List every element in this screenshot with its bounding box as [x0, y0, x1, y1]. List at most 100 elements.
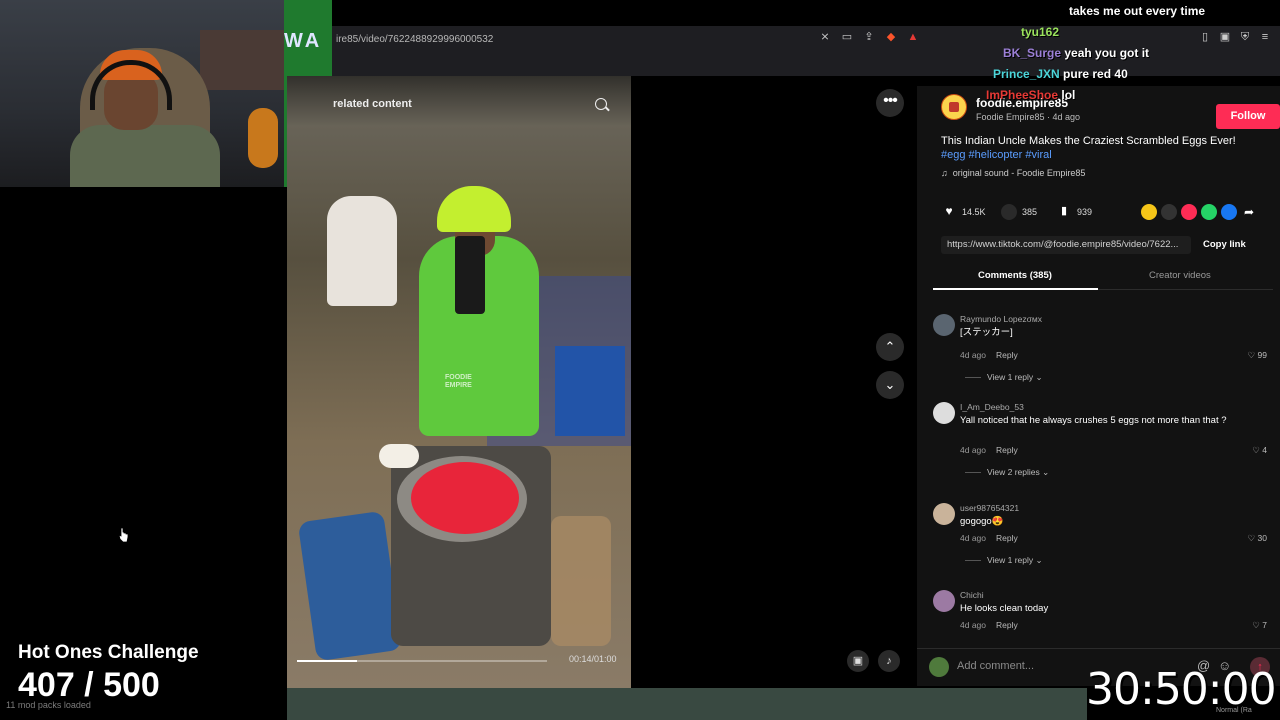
comment-count: 385: [1022, 207, 1038, 217]
chat-message: ImPheeShoe lol: [986, 88, 1075, 102]
chat-text: lol: [1061, 88, 1076, 102]
add-comment-input[interactable]: Add comment...: [957, 660, 1034, 672]
comment-stat[interactable]: 385: [1001, 204, 1037, 220]
share-icon[interactable]: ➦: [1241, 204, 1257, 220]
bottle: [551, 516, 611, 646]
search-icon[interactable]: [595, 98, 607, 110]
comment-username[interactable]: Chichi: [960, 590, 984, 600]
comment-username[interactable]: user987654321: [960, 503, 1019, 513]
hand-cursor-icon: [118, 527, 129, 543]
chat-username: ImPheeShoe: [986, 88, 1059, 102]
heart-icon: ♥: [945, 204, 953, 218]
red-sauce: [411, 462, 519, 534]
comment-reply-button[interactable]: Reply: [996, 533, 1018, 543]
comment-text: Yall noticed that he always crushes 5 eg…: [960, 415, 1227, 426]
comment-icon: [1001, 204, 1017, 220]
comment-likes[interactable]: ♡ 99: [1248, 350, 1267, 361]
comment-tabs: Comments (385) Creator videos: [933, 262, 1273, 290]
bottom-strip: [287, 688, 1087, 720]
share-icons: ➦: [1141, 204, 1257, 220]
comment-username[interactable]: I_Am_Deebo_53: [960, 402, 1024, 412]
view-replies-button[interactable]: View 1 reply ⌄: [965, 555, 1043, 566]
cast-icon[interactable]: ▭: [840, 30, 854, 44]
music-icon: ♫: [941, 168, 953, 178]
stream-chat: takes me out every time tyu162 BK_Surge …: [950, 0, 1280, 110]
copy-link-button[interactable]: Copy link: [1203, 236, 1246, 254]
whatsapp-icon[interactable]: [1201, 204, 1217, 220]
comment-text: [ステッカー]: [960, 327, 1013, 338]
normal-tag: Normal (Ra: [1216, 707, 1252, 714]
comment-like-count: 4: [1262, 445, 1267, 455]
comment-like-count: 7: [1262, 620, 1267, 630]
video-info-panel: foodie.empire85 Foodie Empire85 · 4d ago…: [917, 86, 1280, 686]
wa-logo: WA: [284, 30, 323, 52]
bystander: [327, 196, 397, 306]
video-caption: This Indian Uncle Makes the Craziest Scr…: [941, 135, 1236, 147]
coin-icon[interactable]: [1141, 204, 1157, 220]
save-stat[interactable]: ▮ 939: [1056, 204, 1092, 220]
comment-date: 4d ago: [960, 445, 986, 455]
mute-tab-icon[interactable]: ⨯: [818, 30, 832, 44]
comment-text: gogogo😍: [960, 516, 1004, 527]
comment-avatar[interactable]: [933, 590, 955, 612]
video-progress[interactable]: [297, 660, 547, 662]
volume-icon[interactable]: ♪: [878, 650, 900, 672]
my-avatar: [929, 657, 949, 677]
comment-avatar[interactable]: [933, 314, 955, 336]
chat-username: tyu162: [1021, 25, 1060, 39]
related-content-label[interactable]: related content: [333, 98, 412, 110]
blue-crate: [555, 346, 625, 436]
eggs: [379, 444, 419, 468]
embed-icon[interactable]: [1161, 204, 1177, 220]
tab-creator-videos[interactable]: Creator videos: [1149, 270, 1211, 281]
like-count: 14.5K: [962, 207, 986, 217]
pip-icon[interactable]: ▣: [847, 650, 869, 672]
like-stat[interactable]: ♥ 14.5K: [941, 204, 986, 220]
music-label: original sound - Foodie Empire85: [952, 168, 1086, 178]
hashtags[interactable]: #egg #helicopter #viral: [941, 148, 1052, 162]
share-page-icon[interactable]: ⇪: [862, 30, 876, 44]
view-replies-label: View 1 reply: [987, 372, 1034, 382]
music-row[interactable]: ♫ original sound - Foodie Empire85: [941, 168, 1085, 178]
comment-reply-button[interactable]: Reply: [996, 620, 1018, 630]
video-time: 00:14/01:00: [569, 654, 617, 664]
mod-packs-loaded: 11 mod packs loaded: [6, 700, 91, 710]
facebook-icon[interactable]: [1221, 204, 1237, 220]
comment-likes[interactable]: ♡ 4: [1252, 445, 1267, 456]
rewards-icon[interactable]: ▲: [906, 30, 920, 44]
brave-shield-icon[interactable]: ◆: [884, 30, 898, 44]
send-to-friends-icon[interactable]: [1181, 204, 1197, 220]
bookmark-icon: ▮: [1060, 205, 1068, 217]
comment-reply-button[interactable]: Reply: [996, 350, 1018, 360]
streamer-shirt: [70, 125, 220, 187]
chat-text: yeah you got it: [1064, 46, 1150, 60]
comment-date: 4d ago: [960, 533, 986, 543]
comment-likes[interactable]: ♡ 30: [1248, 533, 1267, 544]
chat-text: pure red 40: [1063, 67, 1128, 81]
kangaroo-figurine: [248, 108, 278, 168]
view-replies-button[interactable]: View 2 replies ⌄: [965, 467, 1049, 478]
chevron-up-icon[interactable]: ⌃: [876, 333, 904, 361]
comment-likes[interactable]: ♡ 7: [1252, 620, 1267, 631]
more-options-button[interactable]: •••: [876, 89, 904, 117]
comment-reply-button[interactable]: Reply: [996, 445, 1018, 455]
chat-username: Prince_JXN: [993, 67, 1060, 81]
comment-avatar[interactable]: [933, 402, 955, 424]
comment-date: 4d ago: [960, 350, 986, 360]
comment-username[interactable]: Raymundo Lopezσмx: [960, 314, 1042, 324]
video-watermark: FOODIE EMPIRE: [445, 374, 472, 389]
chat-message: takes me out every time: [1069, 4, 1206, 18]
tab-comments[interactable]: Comments (385): [978, 270, 1052, 281]
video-progress-fill: [297, 660, 357, 662]
share-link-field[interactable]: https://www.tiktok.com/@foodie.empire85/…: [941, 236, 1191, 254]
save-count: 939: [1077, 207, 1093, 217]
chevron-down-icon[interactable]: ⌄: [876, 371, 904, 399]
video-player[interactable]: related content FOODIE EMPIRE 00:14/01:00: [287, 76, 631, 688]
view-replies-button[interactable]: View 1 reply ⌄: [965, 372, 1043, 383]
author-subtitle: Foodie Empire85 · 4d ago: [976, 112, 1081, 122]
comment-avatar[interactable]: [933, 503, 955, 525]
chat-message: BK_Surge yeah you got it: [1003, 46, 1149, 60]
stats-row: ♥ 14.5K 385 ▮ 939 ➦: [941, 204, 1271, 222]
browser-icons: ⨯ ▭ ⇪ ◆ ▲: [818, 30, 920, 44]
active-tab-indicator: [933, 288, 1098, 290]
